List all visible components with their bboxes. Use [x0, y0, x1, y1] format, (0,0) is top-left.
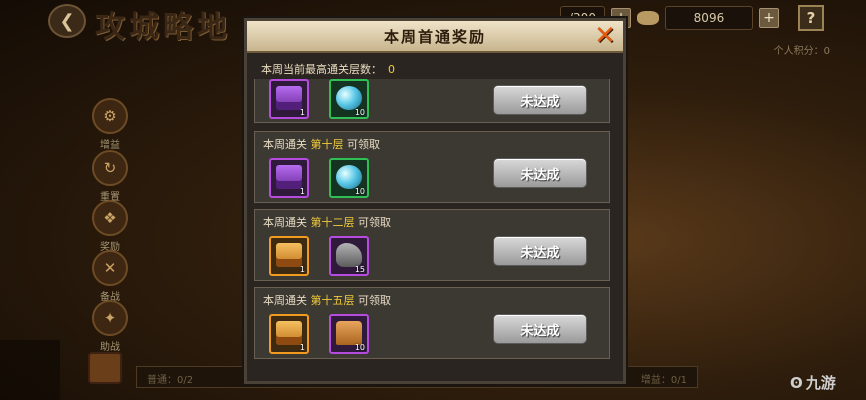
reward-item-purple-chest[interactable]: 1	[269, 158, 309, 198]
blue-orb-icon	[336, 165, 362, 189]
add-gold-button[interactable]: +	[758, 8, 779, 28]
gold-counter: 8096	[664, 6, 753, 30]
reward-row-label: 本周通关 第十五层 可领取	[263, 292, 391, 308]
reward-item-purple-chest[interactable]: 1	[269, 79, 309, 119]
reward-item-seal[interactable]: 10	[329, 314, 369, 354]
personal-score: 个人积分：0	[773, 46, 830, 57]
treasure-chest-icon[interactable]	[88, 352, 122, 384]
reward-item-orange-chest[interactable]: 1	[269, 314, 309, 354]
label-suffix: 可领取	[343, 138, 380, 151]
back-arrow-icon: ❮	[59, 10, 75, 32]
label-suffix: 可领取	[354, 294, 391, 307]
first-clear-reward-dialog: 本周首通奖励 ✕ 本周当前最高通关层数： 0 1 10 未达成 本周通关 第十层 …	[244, 18, 626, 384]
back-button[interactable]: ❮	[48, 4, 86, 38]
reward-row: 本周通关 第十层 可领取 1 10 未达成	[254, 131, 610, 203]
label-prefix: 本周通关	[263, 216, 311, 229]
blue-orb-icon	[336, 86, 362, 110]
watermark-logo-icon: ʘ	[790, 374, 803, 392]
claim-button[interactable]: 未达成	[493, 158, 587, 188]
crossed-swords-icon: ✕	[92, 250, 128, 286]
label-prefix: 本周通关	[263, 294, 311, 307]
reward-item-blue-orb[interactable]: 10	[329, 79, 369, 119]
watermark-text: 九游	[805, 374, 836, 392]
help-button[interactable]: ?	[798, 5, 824, 31]
seal-icon	[336, 321, 362, 345]
purple-chest-icon	[276, 165, 302, 189]
reward-row-label: 本周通关 第十层 可领取	[263, 136, 380, 152]
reward-row: 本周通关 第十五层 可领取 1 10 未达成	[254, 287, 610, 359]
dialog-header: 本周首通奖励 ✕	[247, 21, 623, 53]
gold-ingot-icon	[636, 11, 659, 25]
max-floor-value: 0	[388, 63, 395, 76]
orange-chest-icon	[276, 321, 302, 345]
reward-row: 本周通关 第十二层 可领取 1 15 未达成	[254, 209, 610, 281]
item-count: 1	[299, 343, 305, 352]
reward-item-orange-chest[interactable]: 1	[269, 236, 309, 276]
reward-item-stone-beast[interactable]: 15	[329, 236, 369, 276]
claim-button[interactable]: 未达成	[493, 314, 587, 344]
buff-count: 增益：0/1	[640, 375, 687, 386]
watermark: ʘ 九游	[790, 372, 836, 393]
close-icon: ✕	[594, 21, 616, 51]
floor-number: 第十五层	[310, 294, 355, 307]
background-page-title: 攻城略地	[95, 10, 231, 45]
reward-item-blue-orb[interactable]: 10	[329, 158, 369, 198]
max-floor-label: 本周当前最高通关层数：	[261, 63, 382, 76]
sidebar-item-prepare[interactable]: ✕ 备战	[92, 250, 128, 303]
sidebar-item-reset[interactable]: ↻ 重置	[92, 150, 128, 203]
reward-row: 1 10 未达成	[254, 79, 610, 123]
item-count: 10	[354, 187, 365, 196]
background-wave	[0, 340, 60, 400]
claim-button[interactable]: 未达成	[493, 236, 587, 266]
dialog-title: 本周首通奖励	[383, 27, 486, 46]
item-count: 10	[354, 343, 365, 352]
close-button[interactable]: ✕	[593, 21, 617, 51]
orange-chest-icon	[276, 243, 302, 267]
max-floor-row: 本周当前最高通关层数： 0	[261, 61, 395, 77]
floor-number: 第十二层	[310, 216, 355, 229]
item-count: 1	[299, 108, 305, 117]
sidebar-item-assist[interactable]: ✦ 助战	[92, 300, 128, 353]
normal-count: 普通：0/2	[147, 375, 194, 386]
item-count: 10	[354, 108, 365, 117]
assist-icon: ✦	[92, 300, 128, 336]
reward-icon: ❖	[92, 200, 128, 236]
reset-icon: ↻	[92, 150, 128, 186]
label-prefix: 本周通关	[263, 138, 311, 151]
purple-chest-icon	[276, 86, 302, 110]
item-count: 1	[299, 187, 305, 196]
floor-number: 第十层	[310, 138, 344, 151]
sidebar-item-buff[interactable]: ⚙ 增益	[92, 98, 128, 151]
stone-beast-icon	[336, 243, 362, 267]
reward-row-label: 本周通关 第十二层 可领取	[263, 214, 391, 230]
gear-icon: ⚙	[92, 98, 128, 134]
sidebar-item-reward[interactable]: ❖ 奖励	[92, 200, 128, 253]
item-count: 15	[354, 265, 365, 274]
item-count: 1	[299, 265, 305, 274]
label-suffix: 可领取	[354, 216, 391, 229]
claim-button[interactable]: 未达成	[493, 85, 587, 115]
